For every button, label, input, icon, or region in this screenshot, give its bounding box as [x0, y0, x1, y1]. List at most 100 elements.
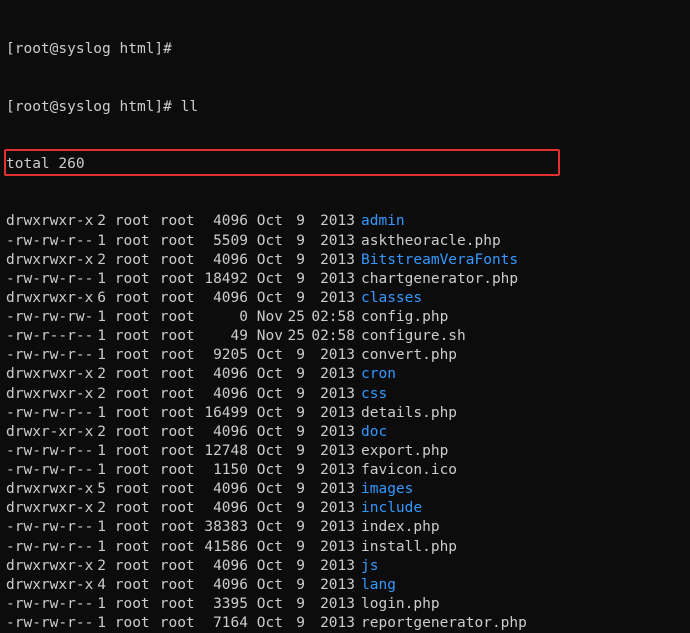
file-row: -rw-rw-r--1 root root16499 Oct92013detai…	[6, 404, 684, 423]
file-name: asktheoracle.php	[355, 232, 501, 251]
month-cell: Oct	[248, 480, 280, 499]
file-name: export.php	[355, 442, 448, 461]
owner-cell: root	[106, 385, 151, 404]
file-name: login.php	[355, 595, 440, 614]
file-name: config.php	[355, 308, 448, 327]
owner-cell: root	[106, 346, 151, 365]
month-cell: Oct	[248, 423, 280, 442]
size-cell: 16499	[196, 404, 248, 423]
day-cell: 9	[280, 212, 305, 231]
perm-cell: -rw-rw-r--	[6, 461, 91, 480]
links-cell: 2	[91, 251, 106, 270]
owner-cell: root	[106, 251, 151, 270]
time-cell: 02:58	[305, 308, 355, 327]
group-cell: root	[151, 518, 196, 537]
size-cell: 4096	[196, 499, 248, 518]
prompt-text-cut: [root@syslog html]#	[6, 41, 172, 57]
file-row: -rw-rw-r--1 root root12748 Oct92013expor…	[6, 442, 684, 461]
file-name: index.php	[355, 518, 440, 537]
day-cell: 9	[280, 270, 305, 289]
size-cell: 4096	[196, 289, 248, 308]
month-cell: Oct	[248, 442, 280, 461]
file-row: -rw-rw-rw-1 root root0 Nov2502:58config.…	[6, 308, 684, 327]
links-cell: 2	[91, 423, 106, 442]
group-cell: root	[151, 442, 196, 461]
owner-cell: root	[106, 365, 151, 384]
group-cell: root	[151, 461, 196, 480]
month-cell: Oct	[248, 576, 280, 595]
day-cell: 9	[280, 480, 305, 499]
owner-cell: root	[106, 212, 151, 231]
group-cell: root	[151, 538, 196, 557]
size-cell: 4096	[196, 365, 248, 384]
month-cell: Nov	[248, 327, 280, 346]
month-cell: Oct	[248, 518, 280, 537]
group-cell: root	[151, 232, 196, 251]
group-cell: root	[151, 365, 196, 384]
size-cell: 3395	[196, 595, 248, 614]
file-row: drwxrwxr-x2 root root4096 Oct92013cron	[6, 365, 684, 384]
file-name: configure.sh	[355, 327, 466, 346]
day-cell: 9	[280, 614, 305, 633]
file-row: -rw-rw-r--1 root root41586 Oct92013insta…	[6, 538, 684, 557]
perm-cell: -rw-rw-r--	[6, 232, 91, 251]
directory-name: js	[355, 557, 378, 576]
perm-cell: -rw-r--r--	[6, 327, 91, 346]
time-cell: 2013	[305, 576, 355, 595]
terminal-viewport[interactable]: [root@syslog html]# [root@syslog html]# …	[0, 0, 690, 633]
time-cell: 02:58	[305, 327, 355, 346]
links-cell: 2	[91, 499, 106, 518]
perm-cell: drwxrwxr-x	[6, 385, 91, 404]
time-cell: 2013	[305, 385, 355, 404]
group-cell: root	[151, 289, 196, 308]
links-cell: 1	[91, 461, 106, 480]
file-row: -rw-rw-r--1 root root5509 Oct92013askthe…	[6, 232, 684, 251]
group-cell: root	[151, 251, 196, 270]
time-cell: 2013	[305, 365, 355, 384]
owner-cell: root	[106, 404, 151, 423]
file-row: drwxrwxr-x5 root root4096 Oct92013images	[6, 480, 684, 499]
time-cell: 2013	[305, 595, 355, 614]
perm-cell: drwxrwxr-x	[6, 365, 91, 384]
perm-cell: -rw-rw-r--	[6, 614, 91, 633]
directory-name: css	[355, 385, 387, 404]
month-cell: Oct	[248, 538, 280, 557]
perm-cell: drwxrwxr-x	[6, 557, 91, 576]
day-cell: 9	[280, 232, 305, 251]
links-cell: 1	[91, 308, 106, 327]
day-cell: 9	[280, 576, 305, 595]
day-cell: 9	[280, 346, 305, 365]
links-cell: 6	[91, 289, 106, 308]
time-cell: 2013	[305, 518, 355, 537]
size-cell: 4096	[196, 423, 248, 442]
directory-name: BitstreamVeraFonts	[355, 251, 518, 270]
owner-cell: root	[106, 289, 151, 308]
group-cell: root	[151, 499, 196, 518]
directory-name: cron	[355, 365, 396, 384]
month-cell: Oct	[248, 385, 280, 404]
owner-cell: root	[106, 576, 151, 595]
group-cell: root	[151, 212, 196, 231]
perm-cell: drwxrwxr-x	[6, 499, 91, 518]
file-row: drwxrwxr-x2 root root4096 Oct92013admin	[6, 212, 684, 231]
file-row: drwxr-xr-x2 root root4096 Oct92013doc	[6, 423, 684, 442]
perm-cell: drwxrwxr-x	[6, 212, 91, 231]
links-cell: 1	[91, 327, 106, 346]
time-cell: 2013	[305, 461, 355, 480]
size-cell: 38383	[196, 518, 248, 537]
size-cell: 4096	[196, 557, 248, 576]
file-row: drwxrwxr-x6 root root4096 Oct92013classe…	[6, 289, 684, 308]
month-cell: Oct	[248, 404, 280, 423]
time-cell: 2013	[305, 289, 355, 308]
directory-name: admin	[355, 212, 405, 231]
file-row: -rw-r--r--1 root root49 Nov2502:58config…	[6, 327, 684, 346]
links-cell: 1	[91, 518, 106, 537]
perm-cell: drwxrwxr-x	[6, 289, 91, 308]
file-row: -rw-rw-r--1 root root38383 Oct92013index…	[6, 518, 684, 537]
perm-cell: drwxr-xr-x	[6, 423, 91, 442]
month-cell: Oct	[248, 270, 280, 289]
size-cell: 18492	[196, 270, 248, 289]
day-cell: 9	[280, 518, 305, 537]
group-cell: root	[151, 327, 196, 346]
month-cell: Oct	[248, 346, 280, 365]
